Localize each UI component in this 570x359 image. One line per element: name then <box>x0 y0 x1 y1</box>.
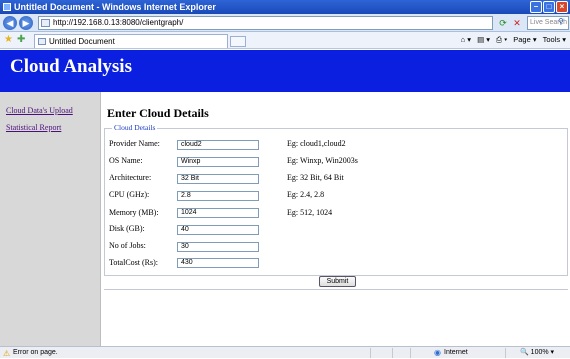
window-controls: – □ × <box>530 1 568 13</box>
cpu-label: CPU (GHz): <box>109 190 150 199</box>
site-title: Cloud Analysis <box>10 56 132 77</box>
feeds-icon[interactable]: ▤ ▾ <box>477 35 490 45</box>
address-input[interactable]: http://192.168.0.13:8080/clientgraph/ <box>38 16 493 30</box>
jobs-input[interactable]: 30 <box>177 242 259 252</box>
tab-label: Untitled Document <box>49 37 115 46</box>
architecture-example: Eg: 32 Bit, 64 Bit <box>287 173 344 182</box>
fieldset-legend: Cloud Details <box>112 123 158 132</box>
total-cost-label: TotalCost (Rs): <box>109 258 158 267</box>
cpu-example: Eg: 2.4, 2.8 <box>287 190 325 199</box>
disk-input[interactable]: 40 <box>177 225 259 235</box>
command-bar: ⌂ ▾ ▤ ▾ ⎙ ▾ Page ▾ Tools ▾ <box>461 35 566 45</box>
status-message[interactable]: Error on page. <box>13 347 58 358</box>
tab-page-icon <box>38 38 46 45</box>
provider-name-example: Eg: cloud1,cloud2 <box>287 139 346 148</box>
zoom-level[interactable]: 🔍 100% ▾ <box>520 347 554 358</box>
architecture-input[interactable]: 32 Bit <box>177 174 259 184</box>
memory-label: Memory (MB): <box>109 208 159 217</box>
architecture-label: Architecture: <box>109 173 152 182</box>
status-divider <box>505 348 506 358</box>
provider-name-label: Provider Name: <box>109 139 160 148</box>
form-bottom-divider <box>104 289 568 290</box>
status-divider <box>370 348 371 358</box>
status-divider <box>410 348 411 358</box>
security-zone: Internet <box>444 349 468 356</box>
disk-label: Disk (GB): <box>109 224 145 233</box>
warning-icon[interactable]: ⚠ <box>3 348 10 359</box>
cloud-details-fieldset <box>104 128 568 276</box>
close-button[interactable]: × <box>556 1 568 13</box>
stop-icon[interactable]: ✕ <box>510 16 524 30</box>
favorites-star-icon[interactable]: ★ <box>4 34 13 45</box>
sidebar-item-cloud-data-upload[interactable]: Cloud Data's Upload <box>6 106 73 115</box>
total-cost-input[interactable]: 430 <box>177 258 259 268</box>
window-title: Untitled Document - Windows Internet Exp… <box>14 2 216 12</box>
memory-input[interactable]: 1024 <box>177 208 259 218</box>
sidebar-item-statistical-report[interactable]: Statistical Report <box>6 123 61 132</box>
submit-button[interactable]: Submit <box>319 276 356 287</box>
back-button[interactable]: ◀ <box>3 16 17 30</box>
window-title-bar: Untitled Document - Windows Internet Exp… <box>0 0 570 14</box>
os-name-input[interactable]: Winxp <box>177 157 259 167</box>
tab-untitled-document[interactable]: Untitled Document <box>34 34 228 48</box>
os-name-example: Eg: Winxp, Win2003s <box>287 156 358 165</box>
home-icon[interactable]: ⌂ ▾ <box>461 35 471 45</box>
maximize-button[interactable]: □ <box>543 1 555 13</box>
jobs-label: No of Jobs: <box>109 241 146 250</box>
form-title: Enter Cloud Details <box>107 106 209 120</box>
status-bar: ⚠ Error on page. ◉ Internet 🔍 100% ▾ <box>0 346 570 358</box>
cpu-input[interactable]: 2.8 <box>177 191 259 201</box>
page-menu[interactable]: Page ▾ <box>513 35 536 45</box>
os-name-label: OS Name: <box>109 156 143 165</box>
tools-menu[interactable]: Tools ▾ <box>543 35 566 45</box>
search-icon[interactable]: ⚲ <box>558 17 564 26</box>
tab-row: ★ ✚ Untitled Document ⌂ ▾ ▤ ▾ ⎙ ▾ Page ▾… <box>0 32 570 49</box>
page-icon <box>41 19 50 27</box>
print-icon[interactable]: ⎙ ▾ <box>496 35 507 45</box>
address-url: http://192.168.0.13:8080/clientgraph/ <box>53 18 184 27</box>
forward-button[interactable]: ▶ <box>19 16 33 30</box>
new-tab-button[interactable] <box>230 36 246 47</box>
status-divider <box>392 348 393 358</box>
globe-icon: ◉ <box>434 348 441 357</box>
memory-example: Eg: 512, 1024 <box>287 208 333 217</box>
add-favorites-icon[interactable]: ✚ <box>17 34 25 45</box>
provider-name-input[interactable]: cloud2 <box>177 140 259 150</box>
refresh-icon[interactable]: ⟳ <box>496 16 510 30</box>
page-header: Cloud Analysis <box>0 50 570 92</box>
minimize-button[interactable]: – <box>530 1 542 13</box>
address-bar-row: ◀ ▶ http://192.168.0.13:8080/clientgraph… <box>0 14 570 32</box>
ie-app-icon <box>3 3 11 11</box>
sidebar: Cloud Data's Upload Statistical Report <box>0 92 101 346</box>
